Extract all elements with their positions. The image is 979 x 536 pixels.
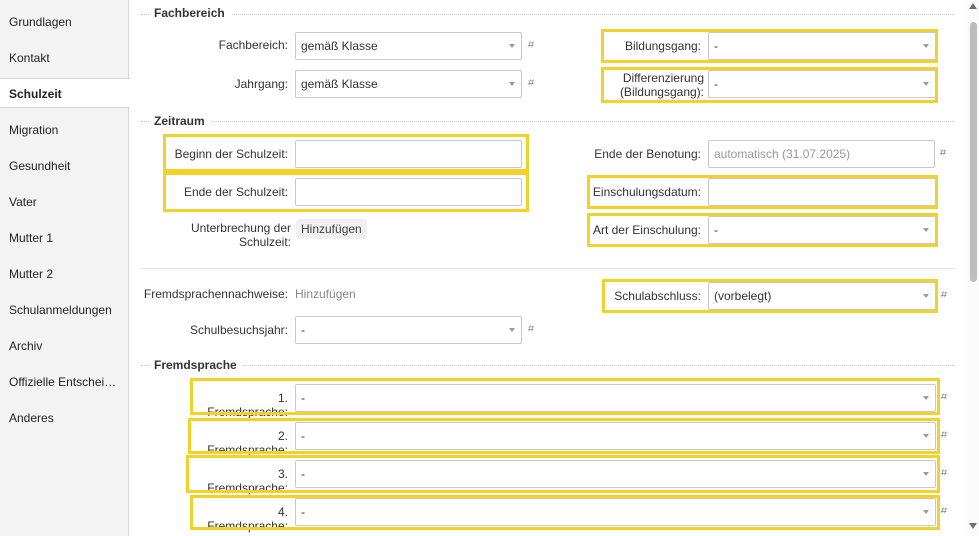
fremdsprache-3-select[interactable]: -	[295, 460, 936, 488]
unterbrechung-label-line-2: Schulzeit:	[238, 235, 291, 249]
differenzierung-label-line-2: (Bildungsgang):	[619, 85, 704, 99]
sidebar-item-schulzeit[interactable]: Schulzeit	[0, 78, 130, 108]
section-title-zeitraum: Zeitraum	[150, 114, 211, 128]
ende-schulzeit-label: Ende der Schulzeit:	[183, 185, 288, 199]
fremdsprache-3-label: 3. Fremdsprache:	[207, 467, 288, 495]
chevron-down-icon	[923, 294, 929, 298]
section-title-fachbereich: Fachbereich	[150, 6, 231, 20]
schulbesuchsjahr-select[interactable]: -	[295, 316, 522, 344]
einschulungsdatum-input[interactable]	[708, 178, 936, 206]
sidebar-item-archiv[interactable]: Archiv	[0, 331, 128, 361]
beginn-schulzeit-input[interactable]	[295, 140, 522, 168]
schulabschluss-label: Schulabschluss:	[614, 289, 701, 303]
fremdsprachennachweise-label: Fremdsprachennachweise:	[143, 287, 288, 301]
einschulungsdatum-label: Einschulungsdatum:	[592, 185, 701, 199]
hash-icon[interactable]: ⌗	[940, 429, 946, 442]
app-root: Grundlagen Kontakt Schulzeit Migration G…	[0, 0, 979, 536]
sidebar-item-mutter-1[interactable]: Mutter 1	[0, 223, 128, 253]
beginn-schulzeit-label: Beginn der Schulzeit:	[174, 147, 288, 161]
unterbrechung-label-line-1: Unterbrechung der	[190, 221, 291, 235]
fremdsprache-2-select[interactable]: -	[295, 422, 936, 450]
chevron-down-icon	[923, 510, 929, 514]
scrollbar-thumb[interactable]	[970, 22, 977, 282]
vertical-scrollbar[interactable]	[967, 0, 979, 536]
chevron-down-icon	[509, 44, 515, 48]
fremdsprache-4-select[interactable]: -	[295, 498, 936, 526]
sidebar-item-grundlagen[interactable]: Grundlagen	[0, 7, 128, 37]
chevron-down-icon	[923, 44, 929, 48]
sidebar-item-schulanmeldungen[interactable]: Schulanmeldungen	[0, 295, 128, 325]
chevron-down-icon	[923, 472, 929, 476]
art-einschulung-select[interactable]: -	[708, 216, 936, 244]
scroll-up-arrow-icon[interactable]	[969, 3, 977, 9]
hash-icon[interactable]: ⌗	[940, 391, 946, 404]
unterbrechung-label: Unterbrechung der Schulzeit:	[150, 221, 291, 249]
fremdsprache-4-label: 4. Fremdsprache:	[207, 505, 288, 533]
fachbereich-select[interactable]: gemäß Klasse	[295, 32, 522, 60]
sidebar-item-offizielle-entscheide[interactable]: Offizielle Entschei…	[0, 367, 128, 397]
differenzierung-select-value: -	[714, 77, 718, 91]
section-title-fremdsprache: Fremdsprache	[150, 358, 243, 372]
fachbereich-select-value: gemäß Klasse	[301, 39, 378, 53]
ende-benotung-label: Ende der Benotung:	[594, 147, 701, 161]
sidebar-item-gesundheit[interactable]: Gesundheit	[0, 151, 128, 181]
bildungsgang-select-value: -	[714, 39, 718, 53]
hash-icon[interactable]: ⌗	[940, 467, 946, 480]
sidebar-item-anderes[interactable]: Anderes	[0, 403, 128, 433]
schulabschluss-select-value: (vorbelegt)	[714, 289, 772, 303]
ende-benotung-input: automatisch (31.07.2025)	[708, 140, 935, 168]
scroll-down-arrow-icon[interactable]	[969, 523, 977, 529]
fremdsprache-2-select-value: -	[301, 429, 305, 443]
sidebar-item-kontakt[interactable]: Kontakt	[0, 43, 128, 73]
hash-icon[interactable]: ⌗	[527, 77, 533, 90]
hash-icon[interactable]: ⌗	[527, 39, 533, 52]
fremdsprache-2-label: 2. Fremdsprache:	[207, 429, 288, 457]
hash-icon[interactable]: ⌗	[939, 147, 945, 160]
hash-icon[interactable]: ⌗	[940, 289, 946, 302]
sidebar: Grundlagen Kontakt Schulzeit Migration G…	[0, 0, 130, 536]
hash-icon[interactable]: ⌗	[940, 505, 946, 518]
jahrgang-label: Jahrgang:	[234, 77, 288, 91]
section-divider	[141, 121, 955, 122]
chevron-down-icon	[509, 328, 515, 332]
differenzierung-label-line-1: Differenzierung	[622, 71, 704, 85]
art-einschulung-label: Art der Einschulung:	[592, 223, 701, 237]
sidebar-item-vater[interactable]: Vater	[0, 187, 128, 217]
chevron-down-icon	[923, 228, 929, 232]
fachbereich-label: Fachbereich:	[218, 38, 288, 52]
fremdsprache-1-label: 1. Fremdsprache:	[207, 391, 288, 419]
sidebar-item-mutter-2[interactable]: Mutter 2	[0, 259, 128, 289]
add-unterbrechung-button[interactable]: Hinzufügen	[296, 219, 367, 239]
divider	[141, 268, 955, 269]
schulbesuchsjahr-label: Schulbesuchsjahr:	[189, 323, 288, 337]
bildungsgang-label: Bildungsgang:	[624, 39, 701, 53]
bildungsgang-select[interactable]: -	[708, 32, 936, 60]
art-einschulung-select-value: -	[714, 223, 718, 237]
section-divider	[141, 14, 955, 15]
fremdsprache-1-select-value: -	[301, 391, 305, 405]
section-divider	[141, 365, 955, 366]
jahrgang-select-value: gemäß Klasse	[301, 77, 378, 91]
sidebar-item-migration[interactable]: Migration	[0, 115, 128, 145]
ende-schulzeit-input[interactable]	[295, 178, 522, 206]
fremdsprache-1-select[interactable]: -	[295, 384, 936, 412]
differenzierung-label: Differenzierung (Bildungsgang):	[605, 71, 704, 99]
fremdsprache-3-select-value: -	[301, 467, 305, 481]
chevron-down-icon	[923, 434, 929, 438]
chevron-down-icon	[509, 82, 515, 86]
schulabschluss-select[interactable]: (vorbelegt)	[708, 282, 936, 310]
chevron-down-icon	[923, 396, 929, 400]
hash-icon[interactable]: ⌗	[527, 323, 533, 336]
fremdsprache-4-select-value: -	[301, 505, 305, 519]
schulbesuchsjahr-select-value: -	[301, 323, 305, 337]
jahrgang-select[interactable]: gemäß Klasse	[295, 70, 522, 98]
chevron-down-icon	[923, 82, 929, 86]
differenzierung-select[interactable]: -	[708, 70, 936, 98]
add-fremdsprachennachweis-button[interactable]: Hinzufügen	[295, 287, 356, 301]
